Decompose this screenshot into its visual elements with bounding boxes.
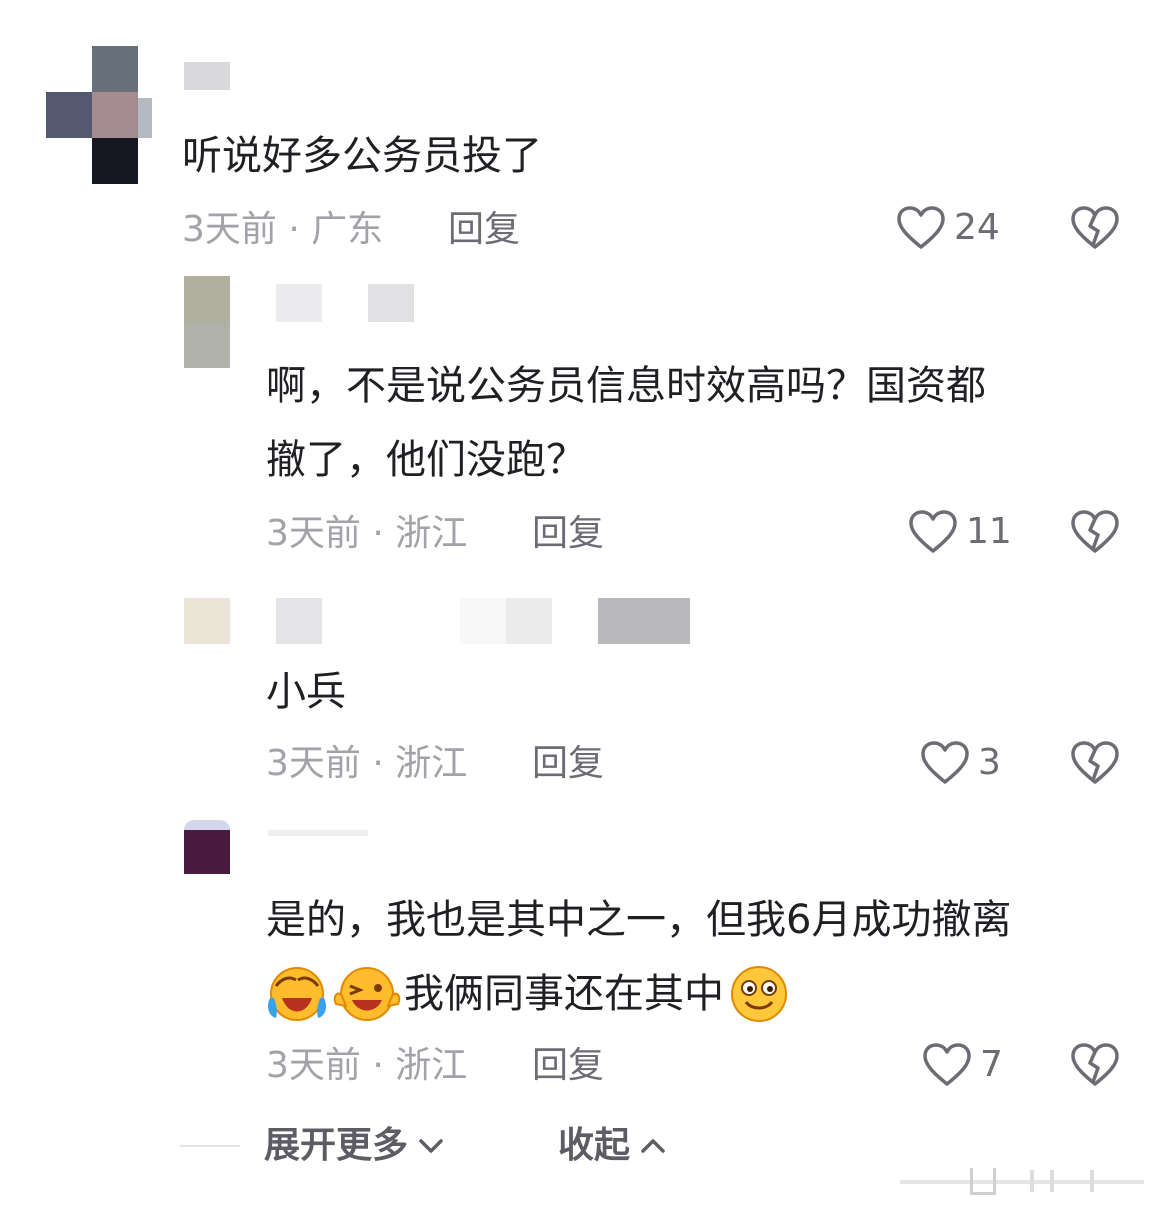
avatar[interactable]	[46, 46, 156, 184]
username-redacted[interactable]	[276, 598, 322, 644]
comment-meta: 3天前 · 浙江	[266, 743, 468, 784]
like-count: 24	[954, 207, 1000, 248]
comment-text: 听说好多公务员投了	[182, 133, 542, 179]
divider	[180, 1145, 240, 1147]
comment-location: 浙江	[395, 513, 468, 554]
like-count: 11	[966, 511, 1012, 552]
comment-text-line-1: 啊，不是说公务员信息时效高吗？国资都	[266, 363, 986, 409]
reply-button[interactable]: 回复	[532, 744, 604, 784]
collapse-label: 收起	[558, 1125, 631, 1166]
heart-icon	[897, 206, 945, 249]
comment-time: 3天前	[266, 513, 361, 554]
expand-more-label: 展开更多	[264, 1125, 409, 1166]
dislike-icon[interactable]	[1070, 509, 1120, 555]
laughing-crying-emoji-icon	[268, 967, 326, 1021]
smiling-emoji-icon	[731, 966, 787, 1022]
username-redacted	[598, 598, 690, 644]
dislike-icon[interactable]	[1070, 1042, 1120, 1088]
comment-time: 3天前	[266, 1045, 361, 1086]
username-redacted	[506, 598, 552, 644]
heart-icon	[909, 510, 957, 553]
grinning-wink-emoji-icon	[333, 967, 401, 1021]
comment-location: 广东	[311, 209, 384, 250]
avatar[interactable]	[184, 820, 230, 874]
username-redacted	[368, 284, 414, 322]
heart-icon	[923, 1043, 971, 1086]
chevron-up-icon	[641, 1139, 665, 1153]
reply-button[interactable]: 回复	[532, 1046, 604, 1086]
comment-time: 3天前	[266, 743, 361, 784]
chevron-down-icon	[419, 1139, 443, 1153]
comment-meta: 3天前 · 广东	[182, 209, 384, 250]
expand-more-button[interactable]: 展开更多	[264, 1126, 444, 1166]
comment-text-line-1: 是的，我也是其中之一，但我6月成功撤离	[266, 897, 1012, 943]
comment-meta: 3天前 · 浙江	[266, 1045, 468, 1086]
username-redacted[interactable]	[184, 62, 230, 90]
comment-text: 小兵	[266, 669, 346, 715]
like-button[interactable]: 24	[896, 205, 1000, 251]
watermark	[900, 1166, 1144, 1196]
like-button[interactable]: 11	[908, 509, 1012, 555]
avatar[interactable]	[184, 598, 230, 644]
collapse-button[interactable]: 收起	[558, 1126, 666, 1166]
username-redacted[interactable]	[276, 284, 322, 322]
like-count: 3	[978, 742, 1001, 783]
username-redacted[interactable]	[268, 830, 368, 836]
dislike-icon[interactable]	[1070, 205, 1120, 251]
like-count: 7	[980, 1044, 1003, 1085]
heart-icon	[921, 741, 969, 784]
comment-time: 3天前	[182, 209, 277, 250]
like-button[interactable]: 7	[922, 1042, 1003, 1088]
reply-button[interactable]: 回复	[532, 514, 604, 554]
comment-meta: 3天前 · 浙江	[266, 513, 468, 554]
comment-text-line-2: 撤了，他们没跑？	[266, 437, 586, 483]
username-redacted	[460, 598, 506, 644]
avatar[interactable]	[184, 276, 230, 368]
comment-text-line-2: 我俩同事还在其中	[404, 971, 724, 1017]
reply-button[interactable]: 回复	[448, 210, 520, 250]
like-button[interactable]: 3	[920, 740, 1001, 786]
comment-location: 浙江	[395, 1045, 468, 1086]
comment-location: 浙江	[395, 743, 468, 784]
dislike-icon[interactable]	[1070, 740, 1120, 786]
comment-text-line-2-row: 我俩同事还在其中	[266, 958, 790, 1030]
